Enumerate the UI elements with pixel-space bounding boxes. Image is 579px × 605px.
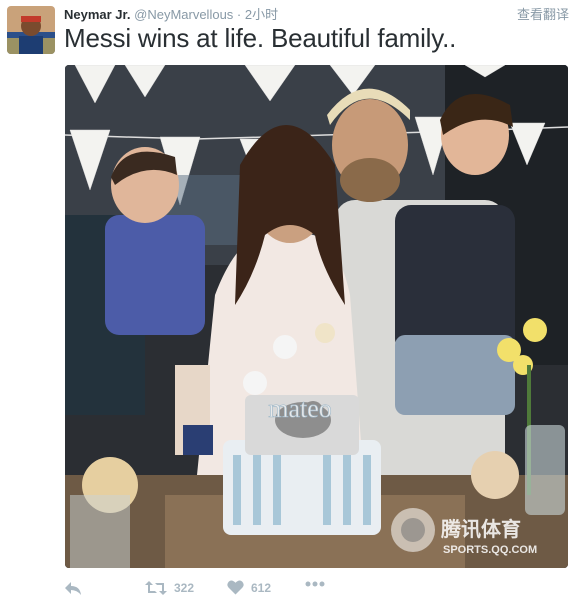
reply-button[interactable]	[64, 580, 82, 596]
tweet-photo[interactable]: mateo 腾讯体育 SPORTS.QQ.COM	[65, 65, 568, 568]
cake-topper-text: mateo	[268, 394, 332, 423]
retweet-icon	[145, 580, 167, 596]
separator-dot: ·	[236, 7, 242, 22]
more-button[interactable]	[305, 580, 325, 588]
author-name[interactable]: Neymar Jr.	[64, 7, 131, 22]
retweet-button[interactable]: 322	[145, 580, 194, 596]
tweet-timestamp[interactable]: 2小时	[245, 7, 278, 22]
watermark-url: SPORTS.QQ.COM	[443, 544, 537, 556]
tweet-text: Messi wins at life. Beautiful family..	[64, 23, 457, 53]
heart-icon	[227, 580, 244, 595]
avatar[interactable]	[7, 6, 55, 54]
author-handle[interactable]: @NeyMarvellous	[134, 7, 233, 22]
translate-link[interactable]: 查看翻译	[517, 4, 569, 23]
tweet-header: Neymar Jr. @NeyMarvellous · 2小时	[64, 4, 278, 23]
reply-icon	[64, 580, 82, 596]
more-icon	[305, 580, 325, 588]
watermark-brand: 腾讯体育	[441, 517, 521, 541]
like-count: 612	[251, 580, 272, 595]
tweet-actions: 322 612	[0, 576, 579, 604]
like-button[interactable]: 612	[227, 580, 271, 595]
retweet-count: 322	[174, 581, 195, 595]
